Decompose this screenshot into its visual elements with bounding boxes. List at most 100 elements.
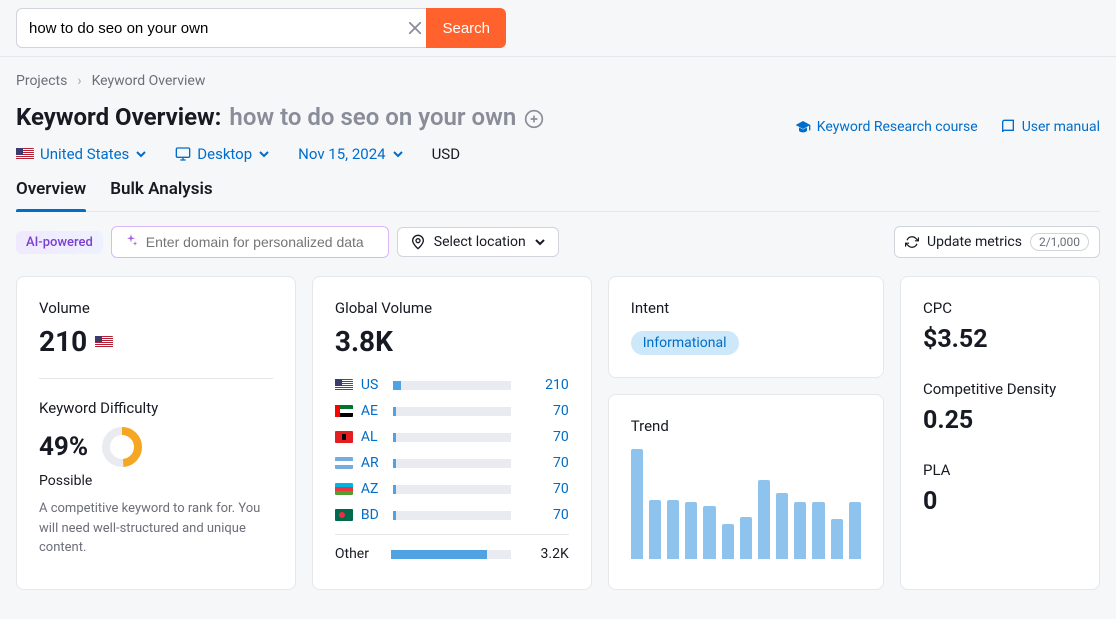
trend-bar <box>758 480 770 559</box>
gv-value-link[interactable]: 70 <box>529 455 569 471</box>
gv-other-bar <box>391 550 487 559</box>
gv-country-link[interactable]: BD <box>361 507 385 523</box>
gv-value-link[interactable]: 70 <box>529 403 569 419</box>
trend-bar <box>667 500 679 559</box>
volume-label: Volume <box>39 299 273 317</box>
gv-value-link[interactable]: 210 <box>529 377 569 393</box>
cpc-card: CPC $3.52 Competitive Density 0.25 PLA 0 <box>900 276 1100 590</box>
gv-row: AE 70 <box>335 398 569 424</box>
intent-card: Intent Informational <box>608 276 884 378</box>
trend-bar <box>740 517 752 559</box>
refresh-icon <box>905 235 919 249</box>
gv-value-link[interactable]: 70 <box>529 507 569 523</box>
kd-word: Possible <box>39 473 273 489</box>
graduation-cap-icon <box>795 119 811 135</box>
location-pin-icon <box>410 234 426 250</box>
device-filter[interactable]: Desktop <box>175 145 270 163</box>
chevron-down-icon <box>258 148 270 160</box>
density-value: 0.25 <box>923 406 1077 435</box>
trend-bar <box>685 502 697 559</box>
chevron-down-icon <box>135 148 147 160</box>
global-volume-card: Global Volume 3.8K US210AE70AL70AR70AZ70… <box>312 276 592 590</box>
user-manual-link[interactable]: User manual <box>1000 119 1100 135</box>
flag-icon <box>335 379 353 391</box>
gv-country-link[interactable]: AE <box>361 403 385 419</box>
flag-icon <box>335 405 353 417</box>
domain-input[interactable] <box>146 234 376 250</box>
trend-bar <box>812 502 824 559</box>
cpc-value: $3.52 <box>923 325 1077 354</box>
gv-row: BD 70 <box>335 502 569 528</box>
flag-icon <box>335 483 353 495</box>
global-volume-value: 3.8K <box>335 325 569 358</box>
trend-card: Trend <box>608 394 884 590</box>
breadcrumb: Projects › Keyword Overview <box>16 73 1100 89</box>
tab-bulk-analysis[interactable]: Bulk Analysis <box>110 179 212 211</box>
gv-bar-fill <box>393 485 397 494</box>
clear-icon[interactable] <box>406 19 424 37</box>
gv-value-link[interactable]: 70 <box>529 429 569 445</box>
ai-powered-badge: AI-powered <box>16 231 103 254</box>
search-input[interactable] <box>16 8 426 48</box>
currency-label: USD <box>432 145 460 163</box>
density-label: Competitive Density <box>923 380 1077 398</box>
gv-row: AZ 70 <box>335 476 569 502</box>
gv-bar-fill <box>393 381 401 390</box>
volume-value: 210 <box>39 325 87 358</box>
gv-country-link[interactable]: AR <box>361 455 385 471</box>
tab-overview[interactable]: Overview <box>16 179 86 211</box>
cpc-label: CPC <box>923 299 1077 317</box>
flag-icon <box>335 457 353 469</box>
kd-label: Keyword Difficulty <box>39 399 273 417</box>
pla-value: 0 <box>923 487 1077 516</box>
volume-card: Volume 210 Keyword Difficulty 49% Possib… <box>16 276 296 590</box>
date-filter[interactable]: Nov 15, 2024 <box>298 145 403 163</box>
trend-chart <box>631 449 861 559</box>
gv-bar-fill <box>393 433 397 442</box>
gv-row: AR 70 <box>335 450 569 476</box>
trend-bar <box>849 502 861 559</box>
intent-badge: Informational <box>631 331 739 355</box>
gv-row: AL 70 <box>335 424 569 450</box>
domain-input-wrap[interactable] <box>111 226 389 258</box>
trend-label: Trend <box>631 417 861 435</box>
chevron-right-icon: › <box>77 73 81 89</box>
gv-country-link[interactable]: US <box>361 377 385 393</box>
book-icon <box>1000 119 1016 135</box>
us-flag-icon <box>95 336 113 348</box>
update-metrics-button[interactable]: Update metrics 2/1,000 <box>894 226 1100 258</box>
location-select[interactable]: Select location <box>397 227 559 257</box>
pla-label: PLA <box>923 461 1077 479</box>
trend-bar <box>776 493 788 559</box>
flag-icon <box>335 431 353 443</box>
add-keyword-icon[interactable] <box>524 107 544 127</box>
search-button[interactable]: Search <box>426 8 506 48</box>
breadcrumb-projects[interactable]: Projects <box>16 73 67 89</box>
gv-row: US 210 <box>335 372 569 398</box>
gv-bar-fill <box>393 459 397 468</box>
sparkle-icon <box>124 233 138 251</box>
gv-other-label: Other <box>335 546 383 562</box>
gv-country-link[interactable]: AL <box>361 429 385 445</box>
trend-bar <box>722 524 734 559</box>
desktop-icon <box>175 146 191 162</box>
kd-description: A competitive keyword to rank for. You w… <box>39 499 273 558</box>
research-course-link[interactable]: Keyword Research course <box>795 119 978 135</box>
trend-bar <box>794 502 806 559</box>
breadcrumb-current: Keyword Overview <box>92 73 206 89</box>
kd-donut-icon <box>100 425 144 469</box>
chevron-down-icon <box>392 148 404 160</box>
intent-label: Intent <box>631 299 861 317</box>
us-flag-icon <box>16 148 34 160</box>
gv-country-link[interactable]: AZ <box>361 481 385 497</box>
trend-bar <box>649 500 661 559</box>
chevron-down-icon <box>534 236 546 248</box>
gv-bar-fill <box>393 407 397 416</box>
trend-bar <box>831 519 843 559</box>
trend-bar <box>631 449 643 559</box>
country-filter[interactable]: United States <box>16 145 147 163</box>
gv-bar-fill <box>393 511 397 520</box>
gv-other-value: 3.2K <box>529 546 569 562</box>
gv-value-link[interactable]: 70 <box>529 481 569 497</box>
flag-icon <box>335 509 353 521</box>
